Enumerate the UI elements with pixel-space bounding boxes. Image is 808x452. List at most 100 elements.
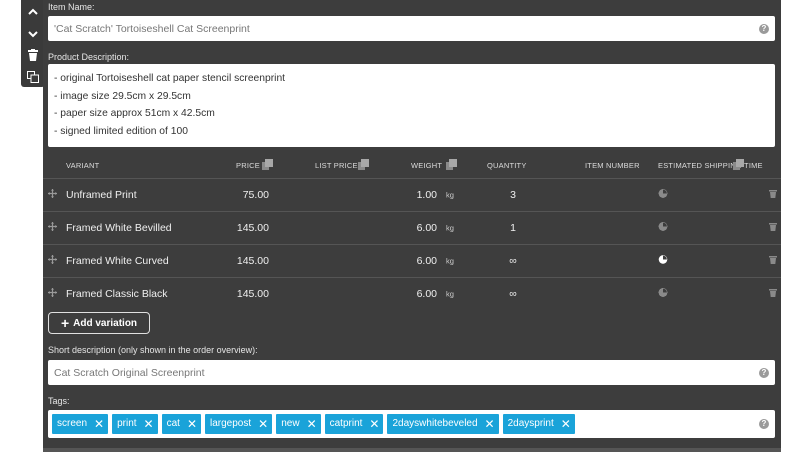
delete-variant-button[interactable]	[769, 222, 777, 234]
header-weight: WEIGHT	[411, 161, 443, 170]
copy-column-icon[interactable]	[733, 159, 744, 170]
remove-tag-icon[interactable]: ✕	[369, 414, 379, 434]
tag-chip[interactable]: cat ✕	[161, 414, 201, 434]
header-price: PRICE	[236, 161, 260, 170]
variant-price[interactable]: 145.00	[223, 288, 269, 300]
drag-handle-icon[interactable]	[48, 288, 57, 300]
tag-chip[interactable]: catprint ✕	[324, 414, 384, 434]
variant-name[interactable]: Framed White Bevilled	[66, 222, 172, 234]
delete-variant-button[interactable]	[769, 288, 777, 300]
tags-label: Tags:	[48, 396, 70, 406]
tag-label: 2dayswhitebeveled	[392, 418, 478, 429]
header-list-price: LIST PRICE	[315, 161, 358, 170]
remove-tag-icon[interactable]: ✕	[258, 414, 268, 434]
variant-quantity[interactable]: 3	[493, 189, 533, 201]
header-item-number: ITEM NUMBER	[585, 161, 640, 170]
item-editor-panel: Item Name: 'Cat Scratch' Tortoiseshell C…	[43, 0, 781, 452]
variant-row: Framed Classic Black 145.00 6.00 kg ∞	[43, 277, 781, 310]
weight-unit: kg	[446, 223, 454, 233]
drag-handle-icon[interactable]	[48, 255, 57, 267]
shipping-time-option-icon[interactable]	[658, 255, 668, 268]
product-description-label: Product Description:	[48, 52, 130, 62]
tag-chip[interactable]: largepost ✕	[205, 414, 273, 434]
remove-tag-icon[interactable]: ✕	[94, 414, 104, 434]
duplicate-icon	[27, 71, 39, 84]
tag-label: cat	[166, 418, 180, 429]
description-line: - original Tortoiseshell cat paper stenc…	[54, 73, 286, 84]
variant-weight[interactable]: 6.00	[393, 222, 437, 234]
delete-variant-button[interactable]	[769, 189, 777, 201]
tags-list: screen ✕ print ✕ cat ✕ largepost ✕ new ✕ catprint ✕…	[52, 414, 575, 434]
plus-icon: +	[60, 315, 70, 331]
remove-tag-icon[interactable]: ✕	[187, 414, 197, 434]
variant-quantity[interactable]: 1	[493, 222, 533, 234]
help-icon[interactable]: ?	[759, 419, 769, 429]
product-description-field[interactable]: - original Tortoiseshell cat paper stenc…	[48, 64, 775, 147]
variant-name[interactable]: Framed White Curved	[66, 255, 169, 267]
short-description-field[interactable]: Cat Scratch Original Screenprint ?	[48, 360, 775, 385]
add-variation-button[interactable]: + Add variation	[48, 312, 150, 334]
item-name-field[interactable]: 'Cat Scratch' Tortoiseshell Cat Screenpr…	[48, 16, 775, 41]
copy-column-icon[interactable]	[358, 159, 369, 170]
variant-weight[interactable]: 6.00	[393, 255, 437, 267]
trash-icon	[28, 49, 38, 62]
tags-field[interactable]: screen ✕ print ✕ cat ✕ largepost ✕ new ✕ catprint ✕…	[48, 410, 775, 438]
variant-weight[interactable]: 6.00	[393, 288, 437, 300]
trash-icon	[769, 190, 777, 198]
delete-item-button[interactable]	[21, 46, 45, 66]
variant-name[interactable]: Framed Classic Black	[66, 288, 168, 300]
move-down-button[interactable]	[21, 24, 45, 44]
remove-tag-icon[interactable]: ✕	[307, 414, 317, 434]
tag-chip[interactable]: 2dayswhitebeveled ✕	[387, 414, 499, 434]
description-line: - image size 29.5cm x 29.5cm	[54, 90, 191, 102]
trash-icon	[769, 223, 777, 231]
tag-chip[interactable]: 2daysprint ✕	[502, 414, 575, 434]
tag-label: print	[117, 418, 137, 429]
tag-label: 2daysprint	[507, 418, 554, 429]
weight-unit: kg	[446, 256, 454, 266]
panel-bottom-divider	[43, 448, 781, 452]
tag-chip[interactable]: screen ✕	[52, 414, 109, 434]
help-icon[interactable]: ?	[759, 367, 769, 378]
variant-weight[interactable]: 1.00	[393, 189, 437, 201]
tag-label: catprint	[329, 418, 363, 429]
remove-tag-icon[interactable]: ✕	[144, 414, 154, 434]
help-icon[interactable]: ?	[759, 23, 769, 34]
move-up-button[interactable]	[21, 2, 45, 22]
description-line: - paper size approx 51cm x 42.5cm	[54, 108, 215, 119]
variant-row: Unframed Print 75.00 1.00 kg 3	[43, 178, 781, 211]
chevron-down-icon	[28, 30, 38, 38]
drag-handle-icon[interactable]	[48, 189, 57, 201]
drag-handle-icon[interactable]	[48, 222, 57, 234]
item-name-value: 'Cat Scratch' Tortoiseshell Cat Screenpr…	[54, 22, 250, 35]
remove-tag-icon[interactable]: ✕	[561, 414, 571, 434]
variant-quantity[interactable]: ∞	[493, 288, 533, 300]
variant-price[interactable]: 145.00	[223, 222, 269, 234]
shipping-time-option-icon[interactable]	[658, 222, 668, 235]
shipping-time-option-icon[interactable]	[658, 189, 668, 202]
delete-variant-button[interactable]	[769, 255, 777, 267]
copy-column-icon[interactable]	[446, 159, 457, 170]
duplicate-item-button[interactable]	[21, 67, 45, 87]
short-description-value: Cat Scratch Original Screenprint	[54, 366, 205, 379]
item-name-label: Item Name:	[48, 2, 95, 12]
variant-row: Framed White Bevilled 145.00 6.00 kg 1	[43, 211, 781, 244]
variant-price[interactable]: 75.00	[223, 189, 269, 201]
variant-name[interactable]: Unframed Print	[66, 189, 137, 201]
short-description-label: Short description (only shown in the ord…	[48, 345, 258, 355]
variants-table-header: VARIANT PRICE LIST PRICE WEIGHT QUANTITY…	[43, 152, 781, 178]
description-line: - signed limited edition of 100	[54, 125, 188, 137]
tag-chip[interactable]: print ✕	[112, 414, 158, 434]
variant-price[interactable]: 145.00	[223, 255, 269, 267]
remove-tag-icon[interactable]: ✕	[485, 414, 495, 434]
shipping-time-option-icon[interactable]	[658, 288, 668, 301]
header-quantity: QUANTITY	[487, 161, 527, 170]
tag-chip[interactable]: new ✕	[276, 414, 321, 434]
variant-quantity[interactable]: ∞	[493, 255, 533, 267]
copy-column-icon[interactable]	[262, 159, 273, 170]
variant-row: Framed White Curved 145.00 6.00 kg ∞	[43, 244, 781, 277]
header-variant: VARIANT	[66, 161, 100, 170]
tag-label: largepost	[210, 418, 252, 429]
header-shipping: ESTIMATED SHIPPING TIME	[658, 161, 763, 170]
weight-unit: kg	[446, 289, 454, 299]
